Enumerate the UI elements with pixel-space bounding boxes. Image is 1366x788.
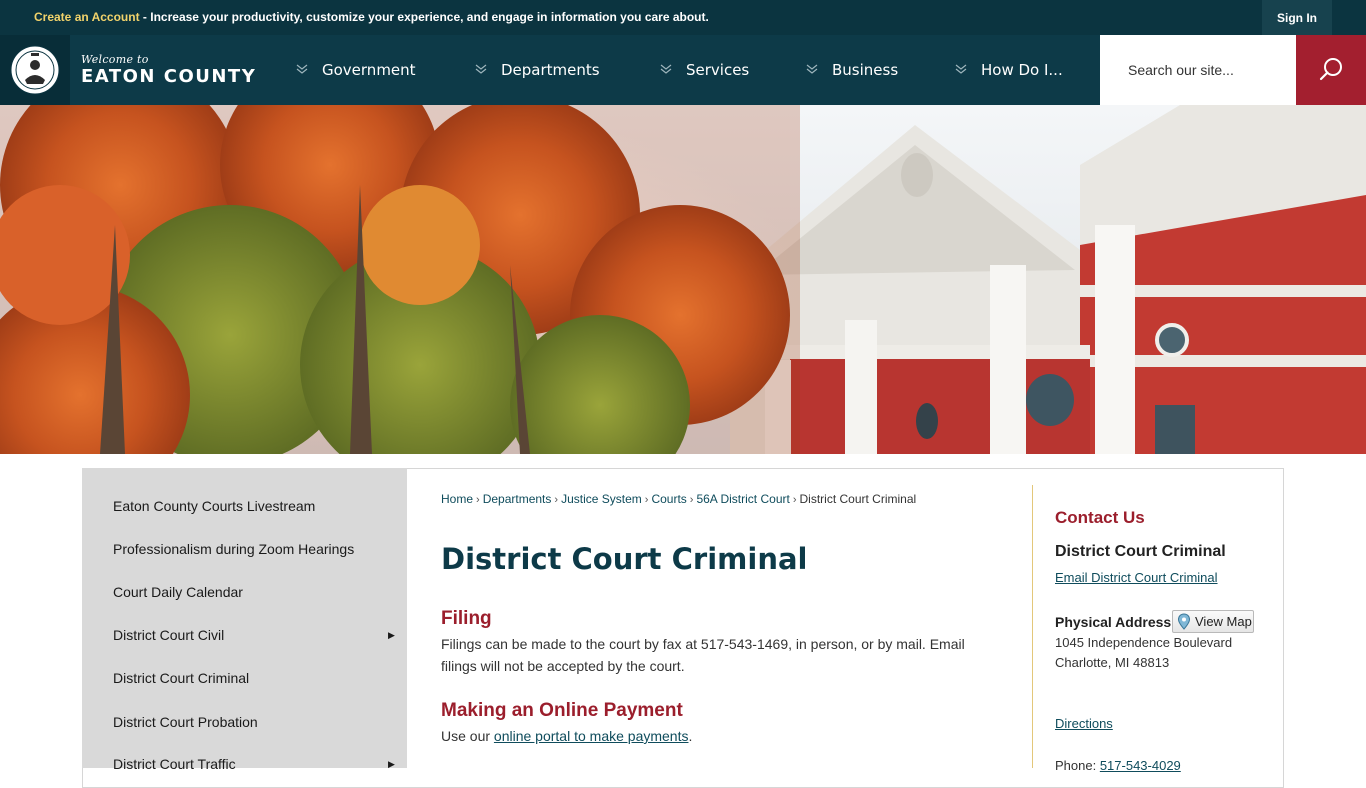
section-heading-filing: Filing bbox=[441, 608, 492, 629]
sign-in-button[interactable]: Sign In bbox=[1262, 0, 1332, 35]
breadcrumb-separator: › bbox=[554, 494, 559, 506]
courthouse-photo bbox=[0, 105, 1366, 454]
page-title: District Court Criminal bbox=[441, 542, 808, 576]
contact-email-link[interactable]: Email District Court Criminal bbox=[1055, 570, 1218, 585]
map-pin-icon bbox=[1177, 613, 1191, 630]
section-heading-payment: Making an Online Payment bbox=[441, 700, 683, 721]
breadcrumb-separator: › bbox=[689, 494, 694, 506]
expand-arrow-icon[interactable]: ▶ bbox=[388, 630, 395, 641]
nav-business[interactable]: Business bbox=[806, 35, 898, 105]
search-box bbox=[1100, 35, 1296, 105]
county-seal-icon bbox=[10, 45, 60, 95]
logo-welcome: Welcome to bbox=[81, 53, 149, 66]
address-line-2: Charlotte, MI 48813 bbox=[1055, 655, 1170, 670]
breadcrumb-district-court[interactable]: 56A District Court bbox=[696, 492, 789, 506]
breadcrumb-courts[interactable]: Courts bbox=[651, 492, 686, 506]
chevron-down-icon bbox=[296, 64, 314, 77]
breadcrumb-current: District Court Criminal bbox=[799, 492, 917, 506]
phone-line: Phone: 517-543-4029 bbox=[1055, 758, 1181, 773]
search-icon bbox=[1319, 58, 1342, 81]
directions-link[interactable]: Directions bbox=[1055, 716, 1113, 731]
breadcrumb-justice-system[interactable]: Justice System bbox=[561, 492, 642, 506]
chevron-down-icon bbox=[806, 64, 824, 77]
view-map-button[interactable]: View Map bbox=[1172, 610, 1254, 633]
nav-services[interactable]: Services bbox=[660, 35, 749, 105]
nav-government[interactable]: Government bbox=[296, 35, 416, 105]
payment-text-prefix: Use our bbox=[441, 728, 494, 744]
nav-label: Services bbox=[686, 61, 750, 79]
sidebar-item-daily-calendar[interactable]: Court Daily Calendar bbox=[113, 584, 243, 600]
physical-address-label: Physical Address bbox=[1055, 614, 1172, 630]
create-account-link[interactable]: Create an Account bbox=[34, 10, 140, 24]
county-seal-logo[interactable] bbox=[0, 35, 70, 105]
sidebar-item-district-court-probation[interactable]: District Court Probation bbox=[113, 714, 258, 730]
sidebar-item-district-court-criminal[interactable]: District Court Criminal bbox=[113, 670, 249, 686]
section-body-payment: Use our online portal to make payments. bbox=[441, 725, 1001, 747]
promo-text: - Increase your productivity, customize … bbox=[139, 10, 709, 24]
top-utility-bar: Create an Account - Increase your produc… bbox=[0, 0, 1366, 35]
contact-heading: Contact Us bbox=[1055, 508, 1145, 527]
breadcrumb-separator: › bbox=[476, 494, 480, 506]
logo-county-name: EATON COUNTY bbox=[81, 66, 257, 87]
breadcrumb-home[interactable]: Home bbox=[441, 492, 473, 506]
search-input[interactable] bbox=[1100, 35, 1296, 105]
sidebar-item-courts-livestream[interactable]: Eaton County Courts Livestream bbox=[113, 498, 315, 514]
sidebar-item-district-court-traffic[interactable]: District Court Traffic bbox=[113, 756, 236, 772]
online-payment-link[interactable]: online portal to make payments bbox=[494, 728, 689, 744]
payment-text-suffix: . bbox=[688, 728, 693, 744]
chevron-down-icon bbox=[660, 64, 678, 77]
phone-link[interactable]: 517-543-4029 bbox=[1100, 758, 1181, 773]
address-line-1: 1045 Independence Boulevard bbox=[1055, 635, 1233, 650]
side-navigation: Eaton County Courts Livestream Professio… bbox=[82, 468, 407, 772]
nav-departments[interactable]: Departments bbox=[475, 35, 600, 105]
expand-arrow-icon[interactable]: ▶ bbox=[388, 759, 395, 770]
breadcrumb-departments[interactable]: Departments bbox=[483, 492, 552, 506]
breadcrumb-separator: › bbox=[792, 494, 797, 506]
chevron-down-icon bbox=[475, 64, 493, 77]
contact-name: District Court Criminal bbox=[1055, 543, 1226, 560]
nav-label: Business bbox=[832, 61, 899, 79]
account-promo: Create an Account - Increase your produc… bbox=[34, 10, 709, 24]
chevron-down-icon bbox=[955, 64, 973, 77]
column-divider bbox=[1032, 485, 1033, 768]
section-body-filing: Filings can be made to the court by fax … bbox=[441, 636, 965, 674]
view-map-label: View Map bbox=[1195, 614, 1252, 629]
phone-label: Phone: bbox=[1055, 758, 1100, 773]
site-logo-text[interactable]: Welcome to EATON COUNTY bbox=[81, 53, 256, 88]
hero-banner bbox=[0, 105, 1366, 454]
nav-label: How Do I... bbox=[981, 61, 1063, 79]
nav-how-do-i[interactable]: How Do I... bbox=[955, 35, 1063, 105]
nav-label: Government bbox=[322, 61, 416, 79]
nav-label: Departments bbox=[501, 61, 600, 79]
main-nav: Welcome to EATON COUNTY Government Depar… bbox=[0, 35, 1366, 105]
sidebar-item-zoom-professionalism[interactable]: Professionalism during Zoom Hearings bbox=[113, 541, 354, 557]
breadcrumb: Home › Departments › Justice System › Courts › 5… bbox=[441, 492, 916, 506]
breadcrumb-separator: › bbox=[644, 494, 649, 506]
search-button[interactable] bbox=[1296, 35, 1366, 105]
sidebar-item-district-court-civil[interactable]: District Court Civil bbox=[113, 627, 224, 643]
